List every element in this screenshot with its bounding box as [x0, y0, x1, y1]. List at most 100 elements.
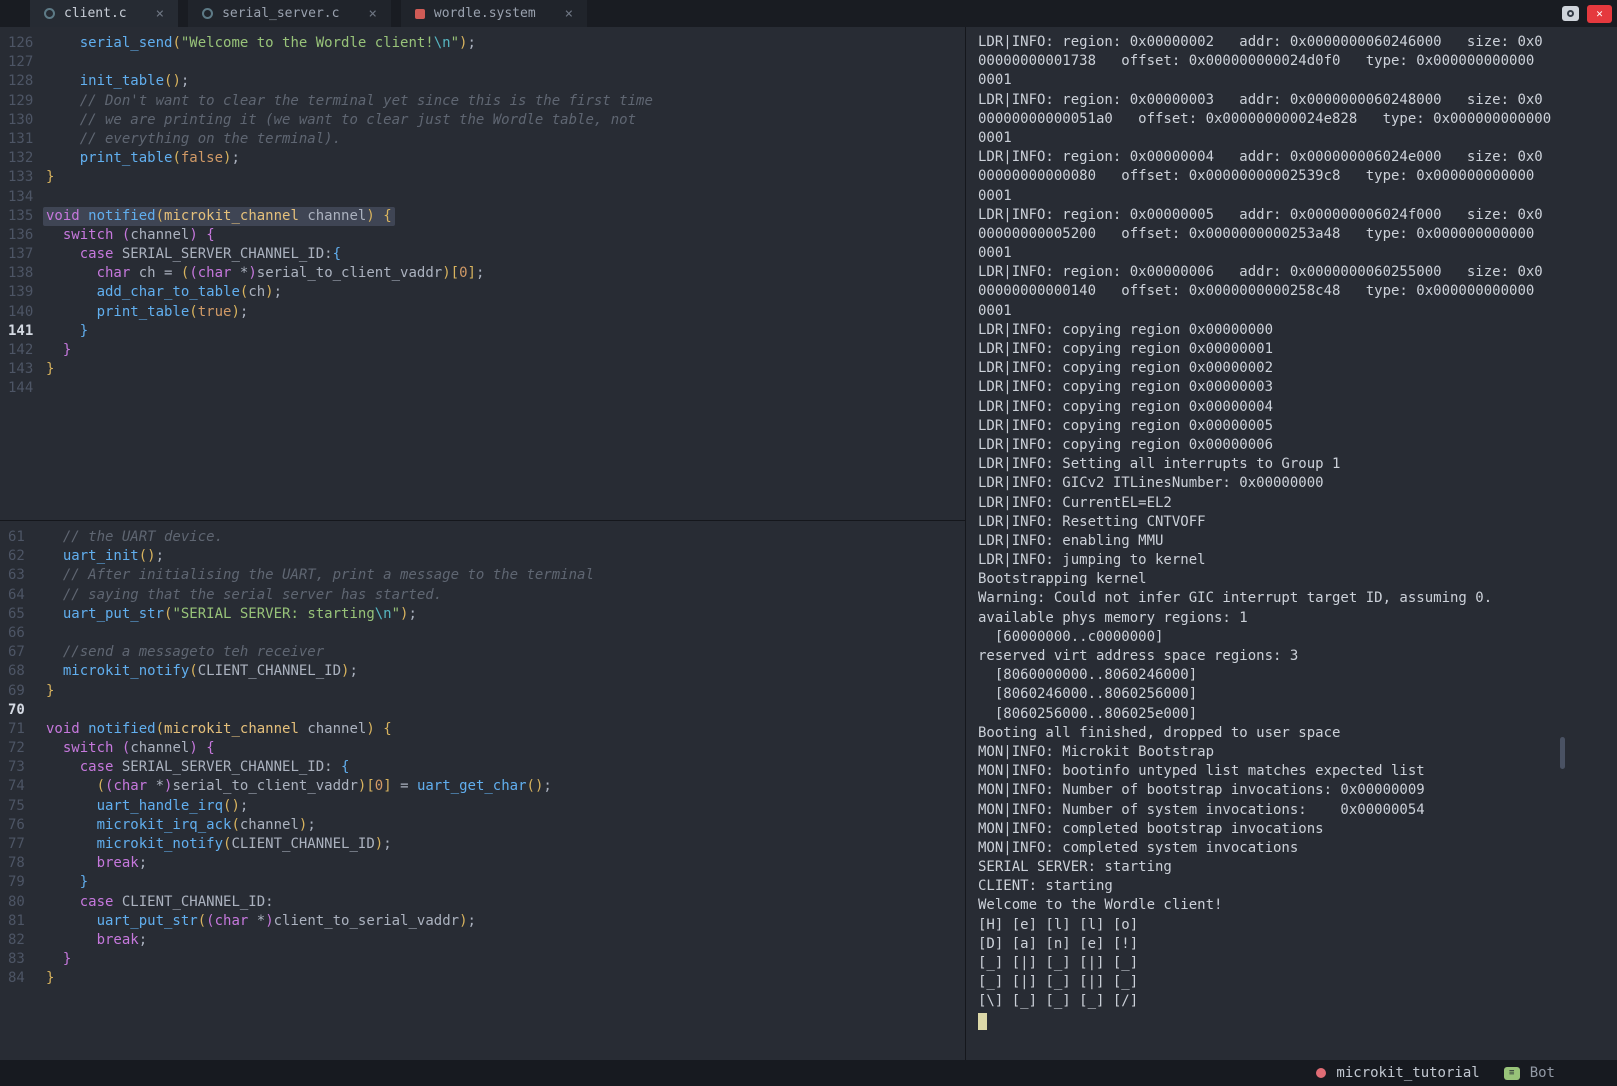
terminal-line: [H] [e] [l] [l] [o] — [978, 916, 1617, 935]
terminal-line: LDR|INFO: copying region 0x00000001 — [978, 340, 1617, 359]
line-number: 82 — [0, 931, 46, 950]
terminal-line: 00000000001738 offset: 0x000000000024d0f… — [978, 52, 1617, 71]
code-line[interactable]: 136 switch (channel) { — [0, 226, 965, 245]
tab-serial-server-c[interactable]: serial_server.c × — [188, 0, 391, 27]
line-number: 129 — [0, 92, 46, 111]
code-line[interactable]: 126 serial_send("Welcome to the Wordle c… — [0, 34, 965, 53]
terminal-line: LDR|INFO: copying region 0x00000003 — [978, 378, 1617, 397]
code-text: } — [46, 341, 71, 360]
tab-client-c[interactable]: client.c × — [30, 0, 178, 27]
code-line[interactable]: 139 add_char_to_table(ch); — [0, 283, 965, 302]
code-line[interactable]: 73 case SERIAL_SERVER_CHANNEL_ID: { — [0, 758, 965, 777]
line-number: 78 — [0, 854, 46, 873]
line-number: 135 — [0, 207, 46, 226]
code-line[interactable]: 134 — [0, 188, 965, 207]
line-number: 144 — [0, 379, 46, 398]
terminal-line: 0001 — [978, 302, 1617, 321]
terminal-line: 0001 — [978, 129, 1617, 148]
editor-pane-serial-server-c[interactable]: 61 // the UART device.62 uart_init();63 … — [0, 520, 965, 1060]
code-line[interactable]: 77 microkit_notify(CLIENT_CHANNEL_ID); — [0, 835, 965, 854]
terminal-line: reserved virt address space regions: 3 — [978, 647, 1617, 666]
code-line[interactable]: 127 — [0, 53, 965, 72]
code-text: serial_send("Welcome to the Wordle clien… — [46, 34, 476, 53]
code-text: microkit_irq_ack(channel); — [46, 816, 316, 835]
code-line[interactable]: 67 //send a messageto teh receiver — [0, 643, 965, 662]
line-number: 141 — [0, 322, 46, 341]
code-line[interactable]: 138 char ch = ((char *)serial_to_client_… — [0, 264, 965, 283]
code-line[interactable]: 63 // After initialising the UART, print… — [0, 566, 965, 585]
terminal-panel[interactable]: LDR|INFO: region: 0x00000002 addr: 0x000… — [966, 27, 1617, 1060]
code-line[interactable]: 71void notified(microkit_channel channel… — [0, 720, 965, 739]
code-line[interactable]: 84} — [0, 969, 965, 988]
code-line[interactable]: 83 } — [0, 950, 965, 969]
terminal-line: SERIAL SERVER: starting — [978, 858, 1617, 877]
tab-wordle-system[interactable]: wordle.system × — [401, 0, 587, 27]
code-text: //send a messageto teh receiver — [46, 643, 324, 662]
code-text: print_table(false); — [46, 149, 240, 168]
line-number: 61 — [0, 528, 46, 547]
code-line[interactable]: 132 print_table(false); — [0, 149, 965, 168]
terminal-line: LDR|INFO: copying region 0x00000002 — [978, 359, 1617, 378]
code-line[interactable]: 68 microkit_notify(CLIENT_CHANNEL_ID); — [0, 662, 965, 681]
code-line[interactable]: 64 // saying that the serial server has … — [0, 586, 965, 605]
code-line[interactable]: 61 // the UART device. — [0, 528, 965, 547]
session-name[interactable]: microkit_tutorial — [1336, 1065, 1479, 1081]
terminal-line: [\] [_] [_] [_] [/] — [978, 992, 1617, 1011]
code-line[interactable]: 133} — [0, 168, 965, 187]
code-line[interactable]: 137 case SERIAL_SERVER_CHANNEL_ID:{ — [0, 245, 965, 264]
code-line[interactable]: 81 uart_put_str((char *)client_to_serial… — [0, 912, 965, 931]
terminal-line: Booting all finished, dropped to user sp… — [978, 724, 1617, 743]
code-line[interactable]: 140 print_table(true); — [0, 303, 965, 322]
line-number: 70 — [0, 701, 46, 720]
line-number: 139 — [0, 283, 46, 302]
code-text: uart_init(); — [46, 547, 164, 566]
code-line[interactable]: 135void notified(microkit_channel channe… — [0, 207, 965, 226]
code-line[interactable]: 76 microkit_irq_ack(channel); — [0, 816, 965, 835]
code-text: break; — [46, 931, 147, 950]
terminal-scrollbar-thumb[interactable] — [1560, 737, 1565, 769]
code-line[interactable]: 74 ((char *)serial_to_client_vaddr)[0] =… — [0, 777, 965, 796]
terminal-line: LDR|INFO: region: 0x00000005 addr: 0x000… — [978, 206, 1617, 225]
code-line[interactable]: 69} — [0, 682, 965, 701]
tab-close-icon[interactable]: × — [368, 6, 376, 22]
code-text: switch (channel) { — [46, 739, 215, 758]
editor-pane-client-c[interactable]: 126 serial_send("Welcome to the Wordle c… — [0, 27, 965, 520]
code-line[interactable]: 82 break; — [0, 931, 965, 950]
code-line[interactable]: 66 — [0, 624, 965, 643]
line-number: 132 — [0, 149, 46, 168]
code-line[interactable]: 141 } — [0, 322, 965, 341]
line-number: 71 — [0, 720, 46, 739]
line-number: 131 — [0, 130, 46, 149]
tab-label: wordle.system — [434, 6, 536, 21]
code-line[interactable]: 79 } — [0, 873, 965, 892]
code-line[interactable]: 70 — [0, 701, 965, 720]
code-line[interactable]: 78 break; — [0, 854, 965, 873]
terminal-line: LDR|INFO: copying region 0x00000004 — [978, 398, 1617, 417]
code-line[interactable]: 143} — [0, 360, 965, 379]
tab-close-icon[interactable]: × — [156, 6, 164, 22]
window-close-button[interactable]: ✕ — [1587, 5, 1612, 23]
layout-toggle-icon[interactable] — [1562, 6, 1579, 21]
code-text: ((char *)serial_to_client_vaddr)[0] = ua… — [46, 777, 552, 796]
code-line[interactable]: 130 // we are printing it (we want to cl… — [0, 111, 965, 130]
code-line[interactable]: 129 // Don't want to clear the terminal … — [0, 92, 965, 111]
code-line[interactable]: 80 case CLIENT_CHANNEL_ID: — [0, 893, 965, 912]
code-line[interactable]: 65 uart_put_str("SERIAL SERVER: starting… — [0, 605, 965, 624]
tab-close-icon[interactable]: × — [565, 6, 573, 22]
tab-label: client.c — [64, 6, 127, 21]
code-line[interactable]: 131 // everything on the terminal). — [0, 130, 965, 149]
bot-label[interactable]: Bot — [1530, 1065, 1555, 1081]
terminal-line: 0001 — [978, 187, 1617, 206]
code-line[interactable]: 128 init_table(); — [0, 72, 965, 91]
code-line[interactable]: 75 uart_handle_irq(); — [0, 797, 965, 816]
code-line[interactable]: 72 switch (channel) { — [0, 739, 965, 758]
line-number: 127 — [0, 53, 46, 72]
terminal-line: [8060000000..8060246000] — [978, 666, 1617, 685]
code-line[interactable]: 142 } — [0, 341, 965, 360]
code-line[interactable]: 144 — [0, 379, 965, 398]
code-line[interactable]: 62 uart_init(); — [0, 547, 965, 566]
line-number: 136 — [0, 226, 46, 245]
terminal-line: MON|INFO: completed bootstrap invocation… — [978, 820, 1617, 839]
line-number: 66 — [0, 624, 46, 643]
code-text: break; — [46, 854, 147, 873]
